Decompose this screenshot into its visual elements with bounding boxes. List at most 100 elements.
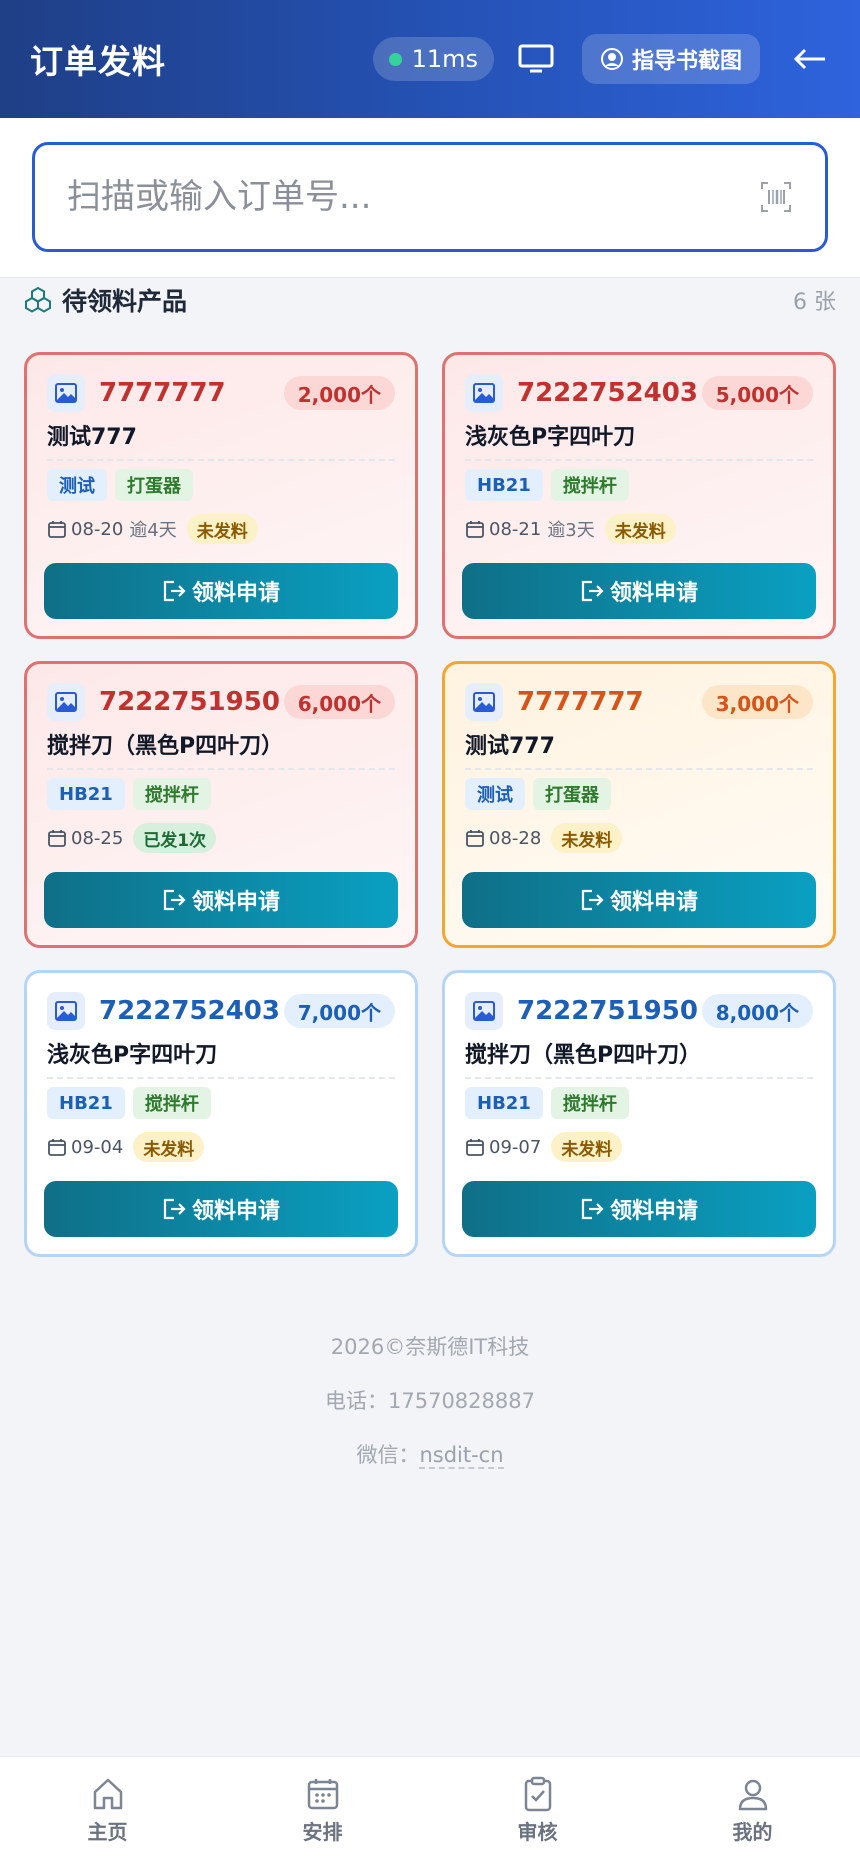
phone-text: 电话：17570828887 bbox=[325, 1389, 535, 1413]
order-number: 7222751950 bbox=[99, 687, 280, 717]
nav-item-review[interactable]: 审核 bbox=[430, 1757, 645, 1864]
nav-item-home[interactable]: 主页 bbox=[0, 1757, 215, 1864]
order-number: 7777777 bbox=[517, 687, 644, 717]
home-icon bbox=[93, 1778, 122, 1810]
back-button[interactable] bbox=[790, 39, 830, 79]
calendar-icon bbox=[48, 830, 66, 847]
overdue-text: 逾4天 bbox=[129, 520, 177, 541]
product-card[interactable]: 7222752403 5,000个 浅灰色P字四叶刀 HB21 搅拌杆 08-2… bbox=[442, 352, 836, 639]
latency-indicator: 11ms bbox=[372, 37, 494, 81]
due-date: 08-25 bbox=[71, 827, 124, 849]
calendar-icon bbox=[466, 521, 484, 538]
user-circle-icon bbox=[600, 48, 623, 70]
product-card[interactable]: 7222751950 8,000个 搅拌刀（黑色P四叶刀） HB21 搅拌杆 0… bbox=[442, 970, 836, 1257]
material-request-button[interactable]: 领料申请 bbox=[462, 872, 816, 928]
calendar-icon bbox=[307, 1779, 338, 1810]
status-badge: 未发料 bbox=[551, 823, 623, 853]
logout-icon bbox=[581, 1198, 604, 1220]
calendar-icon bbox=[466, 830, 484, 847]
monitor-icon bbox=[518, 44, 554, 73]
product-card[interactable]: 7777777 2,000个 测试777 测试 打蛋器 08-20 逾4天 未发… bbox=[24, 352, 418, 639]
button-label: 领料申请 bbox=[191, 581, 280, 606]
product-tag: HB21 bbox=[47, 778, 125, 810]
page-title: 订单发料 bbox=[30, 42, 166, 81]
section-count: 6 张 bbox=[793, 290, 836, 315]
quantity-badge: 7,000个 bbox=[283, 994, 395, 1028]
logout-icon bbox=[581, 580, 604, 602]
product-card[interactable]: 7222752403 7,000个 浅灰色P字四叶刀 HB21 搅拌杆 09-0… bbox=[24, 970, 418, 1257]
wechat-label: 微信： bbox=[356, 1443, 420, 1467]
product-name: 浅灰色P字四叶刀 bbox=[47, 1039, 395, 1079]
button-label: 领料申请 bbox=[191, 890, 280, 915]
search-area bbox=[0, 118, 860, 278]
search-box bbox=[32, 142, 828, 252]
nav-item-schedule[interactable]: 安排 bbox=[215, 1757, 430, 1864]
product-card-grid: 7777777 2,000个 测试777 测试 打蛋器 08-20 逾4天 未发… bbox=[24, 352, 836, 1257]
app-header: 订单发料 11ms 指导书截图 bbox=[0, 0, 860, 118]
arrow-left-icon bbox=[793, 48, 825, 70]
due-date: 09-04 bbox=[71, 1136, 124, 1158]
product-tag: 测试 bbox=[47, 469, 107, 501]
logout-icon bbox=[163, 1198, 186, 1220]
nav-item-profile[interactable]: 我的 bbox=[645, 1757, 860, 1864]
product-tag: HB21 bbox=[47, 1087, 125, 1119]
order-number: 7222752403 bbox=[99, 996, 280, 1026]
status-badge: 未发料 bbox=[186, 514, 258, 544]
order-search-input[interactable] bbox=[67, 177, 759, 217]
wechat-id-link[interactable]: nsdit-cn bbox=[419, 1443, 504, 1469]
page-footer: 2026©奈斯德IT科技 电话：17570828887 微信：nsdit-cn bbox=[0, 1320, 860, 1482]
logout-icon bbox=[163, 580, 186, 602]
clipboard-check-icon bbox=[524, 1776, 551, 1812]
image-icon[interactable] bbox=[465, 374, 503, 412]
material-request-button[interactable]: 领料申请 bbox=[44, 1181, 398, 1237]
status-badge: 未发料 bbox=[133, 1132, 205, 1162]
wechat-row: 微信：nsdit-cn bbox=[0, 1428, 860, 1482]
image-icon[interactable] bbox=[465, 683, 503, 721]
nav-label: 安排 bbox=[302, 1820, 343, 1844]
product-tag: 测试 bbox=[465, 778, 525, 810]
product-name: 搅拌刀（黑色P四叶刀） bbox=[465, 1039, 813, 1079]
category-tag: 搅拌杆 bbox=[132, 778, 211, 810]
latency-value: 11ms bbox=[411, 45, 478, 73]
guide-screenshot-button[interactable]: 指导书截图 bbox=[581, 34, 760, 84]
product-card[interactable]: 7777777 3,000个 测试777 测试 打蛋器 08-28 未发料 领料… bbox=[442, 661, 836, 948]
nav-label: 我的 bbox=[732, 1820, 773, 1844]
image-icon[interactable] bbox=[47, 374, 85, 412]
logout-icon bbox=[163, 889, 186, 911]
image-icon[interactable] bbox=[47, 683, 85, 721]
cubes-icon bbox=[25, 286, 51, 313]
barcode-scan-icon[interactable] bbox=[759, 180, 793, 214]
category-tag: 搅拌杆 bbox=[550, 1087, 629, 1119]
section-title: 待领料产品 bbox=[62, 287, 188, 316]
product-card[interactable]: 7222751950 6,000个 搅拌刀（黑色P四叶刀） HB21 搅拌杆 0… bbox=[24, 661, 418, 948]
image-icon[interactable] bbox=[47, 992, 85, 1030]
product-name: 测试777 bbox=[465, 730, 813, 770]
order-number: 7777777 bbox=[99, 378, 226, 408]
overdue-text: 逾3天 bbox=[547, 520, 595, 541]
product-tag: HB21 bbox=[465, 469, 543, 501]
quantity-badge: 8,000个 bbox=[701, 994, 813, 1028]
status-badge: 未发料 bbox=[551, 1132, 623, 1162]
category-tag: 搅拌杆 bbox=[550, 469, 629, 501]
bottom-nav: 主页 安排 审核 我的 bbox=[0, 1756, 860, 1864]
due-date: 08-21 bbox=[489, 518, 542, 540]
material-request-button[interactable]: 领料申请 bbox=[44, 872, 398, 928]
image-icon[interactable] bbox=[465, 992, 503, 1030]
category-tag: 打蛋器 bbox=[533, 778, 611, 810]
monitor-button[interactable] bbox=[516, 39, 556, 79]
product-name: 搅拌刀（黑色P四叶刀） bbox=[47, 730, 395, 770]
material-request-button[interactable]: 领料申请 bbox=[462, 1181, 816, 1237]
due-date: 08-20 bbox=[71, 518, 124, 540]
button-label: 领料申请 bbox=[609, 581, 698, 606]
order-number: 7222751950 bbox=[517, 996, 698, 1026]
online-dot-icon bbox=[388, 52, 402, 66]
material-request-button[interactable]: 领料申请 bbox=[44, 563, 398, 619]
user-icon bbox=[738, 1779, 767, 1811]
product-name: 测试777 bbox=[47, 421, 395, 461]
quantity-badge: 2,000个 bbox=[283, 376, 395, 410]
status-badge: 未发料 bbox=[604, 514, 676, 544]
calendar-icon bbox=[48, 1139, 66, 1156]
material-request-button[interactable]: 领料申请 bbox=[462, 563, 816, 619]
button-label: 领料申请 bbox=[609, 1199, 698, 1224]
calendar-icon bbox=[466, 1139, 484, 1156]
